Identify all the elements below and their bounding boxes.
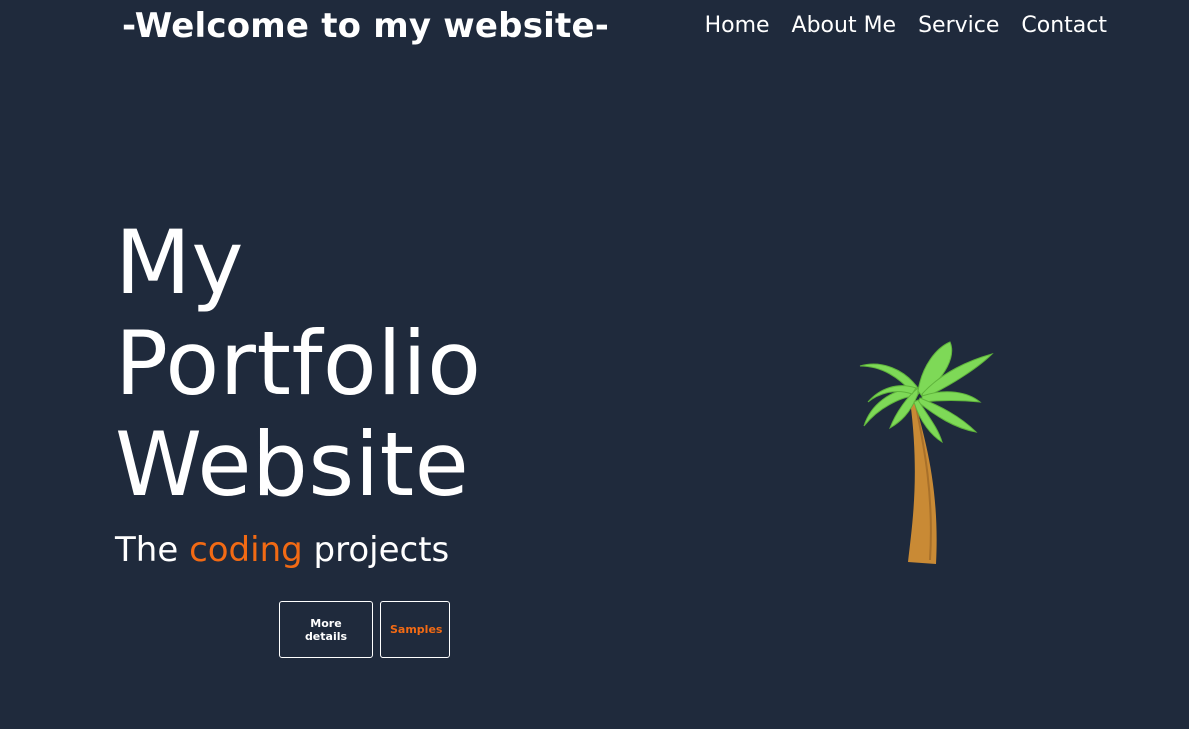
hero-title: My Portfolio Website bbox=[115, 212, 482, 515]
main-nav: Home About Me Service Contact bbox=[705, 9, 1107, 43]
site-title: -Welcome to my website- bbox=[122, 6, 610, 46]
hero-subtitle: The coding projects bbox=[115, 528, 449, 572]
hero-title-line: My bbox=[115, 211, 245, 314]
nav-contact[interactable]: Contact bbox=[1021, 9, 1107, 43]
palm-tree-icon bbox=[859, 341, 994, 564]
subtitle-accent: coding bbox=[189, 530, 303, 570]
subtitle-prefix: The bbox=[115, 530, 179, 570]
hero-title-line: Portfolio bbox=[115, 312, 482, 415]
hero-buttons: More details Samples bbox=[279, 601, 450, 658]
more-details-button[interactable]: More details bbox=[279, 601, 373, 658]
nav-home[interactable]: Home bbox=[705, 9, 770, 43]
hero-title-line: Website bbox=[115, 413, 470, 516]
page: -Welcome to my website- Home About Me Se… bbox=[0, 0, 1189, 729]
nav-service[interactable]: Service bbox=[918, 9, 999, 43]
samples-button[interactable]: Samples bbox=[380, 601, 450, 658]
nav-about-me[interactable]: About Me bbox=[792, 9, 897, 43]
subtitle-suffix: projects bbox=[313, 530, 450, 570]
